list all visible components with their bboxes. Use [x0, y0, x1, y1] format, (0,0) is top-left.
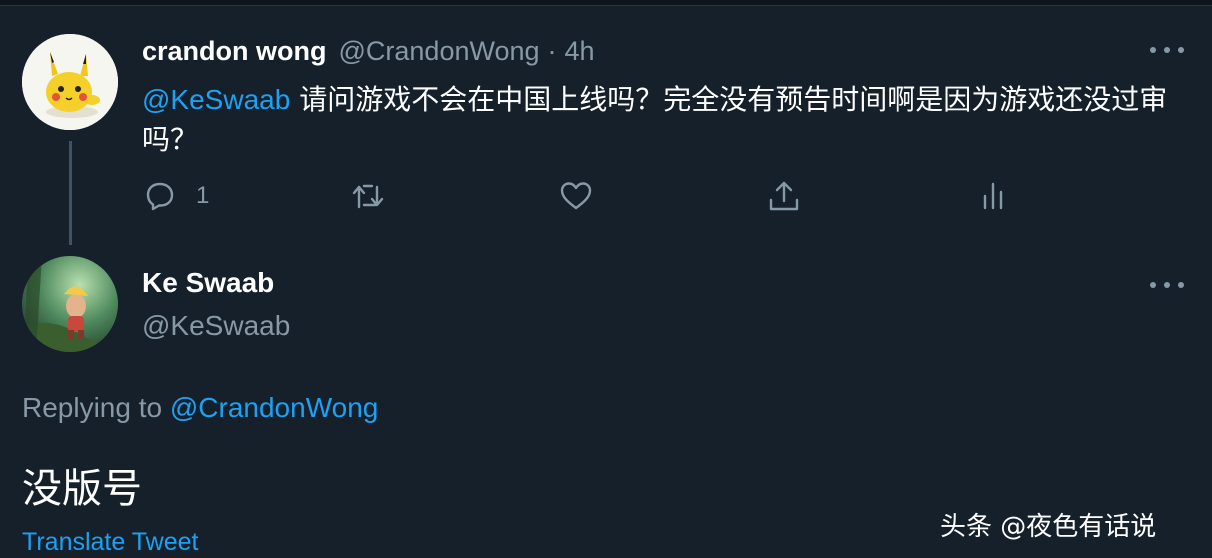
replying-to: Replying to @CrandonWong	[22, 392, 378, 424]
tweet-header: crandon wong @CrandonWong · 4h	[142, 36, 595, 70]
analytics-icon	[983, 182, 1003, 210]
separator-dot: ·	[547, 36, 557, 66]
tweet-timestamp[interactable]: 4h	[565, 36, 595, 67]
share-button[interactable]	[766, 176, 802, 216]
reply-count: 1	[196, 182, 210, 209]
tweet-actions: 1	[0, 176, 1212, 216]
more-icon[interactable]	[1150, 280, 1184, 290]
reply-author-name[interactable]: Ke Swaab	[142, 267, 274, 299]
reply-text: 没版号	[22, 466, 142, 512]
tweet-body: 请问游戏不会在中国上线吗？完全没有预告时间啊是因为游戏还没过审吗？	[142, 83, 1168, 156]
top-border	[0, 0, 1212, 6]
more-icon[interactable]	[1150, 45, 1184, 55]
like-button[interactable]	[558, 176, 594, 216]
mention-link[interactable]: @KeSwaab	[142, 84, 290, 115]
share-icon	[769, 181, 799, 211]
pikachu-avatar-image	[22, 34, 118, 130]
watermark: 头条 @夜色有话说	[940, 512, 1157, 542]
reply-author-handle[interactable]: @KeSwaab	[142, 310, 290, 342]
replying-prefix: Replying to	[22, 392, 170, 423]
analytics-button[interactable]	[975, 176, 1011, 216]
retweet-button[interactable]	[350, 176, 386, 216]
author-name[interactable]: crandon wong	[142, 36, 327, 67]
heart-icon	[560, 182, 592, 210]
replying-handle-link[interactable]: @CrandonWong	[170, 392, 378, 423]
reply-button[interactable]: 1	[142, 176, 209, 216]
tweet-text: @KeSwaab 请问游戏不会在中国上线吗？完全没有预告时间啊是因为游戏还没过审…	[142, 80, 1182, 160]
avatar-crandon[interactable]	[22, 34, 118, 130]
reply-icon	[146, 182, 174, 211]
author-handle[interactable]: @CrandonWong	[339, 36, 540, 67]
avatar-keswaab[interactable]	[22, 256, 118, 352]
game-character-avatar-image	[22, 256, 118, 352]
translate-tweet-link[interactable]: Translate Tweet	[22, 528, 198, 557]
retweet-icon	[352, 184, 384, 209]
